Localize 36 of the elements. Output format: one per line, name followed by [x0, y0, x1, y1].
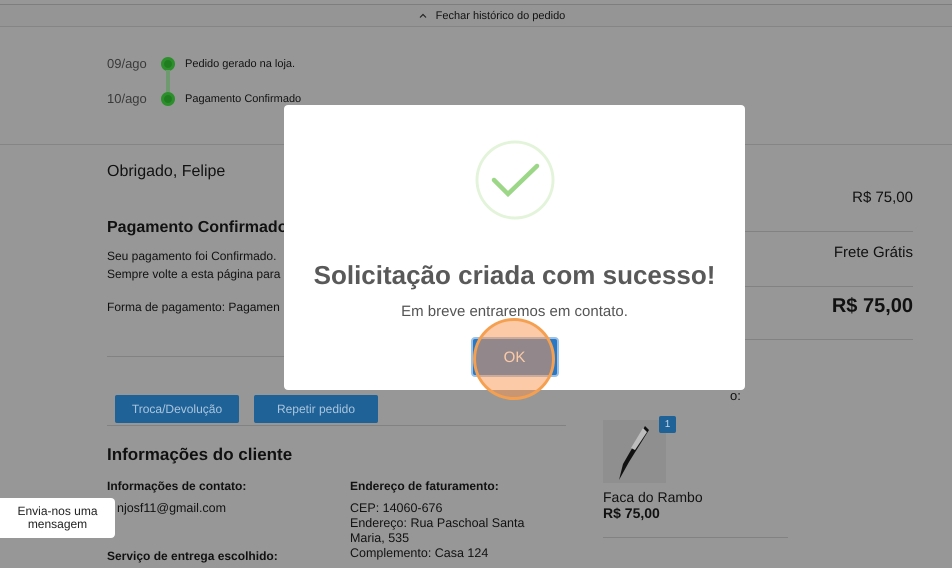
billing-label: Endereço de faturamento:: [350, 479, 500, 495]
customer-title: Informações do cliente: [107, 445, 294, 466]
timeline-date: 10/ago: [107, 91, 148, 106]
subtotal-amount: R$ 75,00: [852, 188, 913, 206]
action-button[interactable]: Repetir pedido: [254, 395, 378, 423]
payment-text: Sempre volte a esta página para: [107, 266, 280, 283]
email-text: njosf11@gmail.com: [117, 501, 226, 517]
product-price: R$ 75,00: [603, 505, 660, 521]
shipping-label: Serviço de entrega escolhido:: [107, 549, 279, 565]
contact-label: Informações de contato:: [107, 479, 248, 495]
chat-message-bubble[interactable]: Envia-nos uma mensagem: [0, 498, 115, 538]
billing-address-line: Endereço: Rua Paschoal Santa Maria, 535: [350, 516, 526, 546]
chevron-up-icon: [418, 13, 427, 18]
billing-address-line: CEP: 14060-676: [350, 501, 444, 516]
billing-address-line: Complemento: Casa 124: [350, 546, 490, 561]
close-history-toggle[interactable]: Fechar histórico do pedido: [418, 10, 566, 22]
payment-text: Seu pagamento foi Confirmado.: [107, 248, 276, 265]
success-check-icon: [474, 140, 554, 220]
timeline-event: Pagamento Confirmado: [185, 92, 302, 104]
dialog-message: Em breve entraremos em contato.: [401, 303, 628, 320]
timeline-dot: [161, 92, 175, 106]
total-amount: R$ 75,00: [832, 294, 913, 318]
quantity-badge: 1: [659, 416, 676, 433]
timeline-date: 09/ago: [107, 56, 148, 71]
shipping-text: Frete Grátis: [834, 244, 913, 260]
dialog-title: Solicitação criada com sucesso!: [314, 260, 716, 291]
timeline-dot: [161, 56, 175, 70]
payment-title: Pagamento Confirmado: [107, 219, 288, 238]
items-label: o:: [730, 388, 741, 404]
greeting: Obrigado, Felipe: [107, 163, 226, 181]
timeline-connector: [166, 70, 170, 92]
payment-method: Forma de pagamento: Pagamen: [107, 300, 280, 314]
product-name: Faca do Rambo: [603, 489, 703, 505]
action-button[interactable]: Troca/Devolução: [115, 395, 239, 423]
timeline-event: Pedido gerado na loja.: [185, 58, 296, 70]
ok-button[interactable]: OK: [470, 337, 558, 377]
